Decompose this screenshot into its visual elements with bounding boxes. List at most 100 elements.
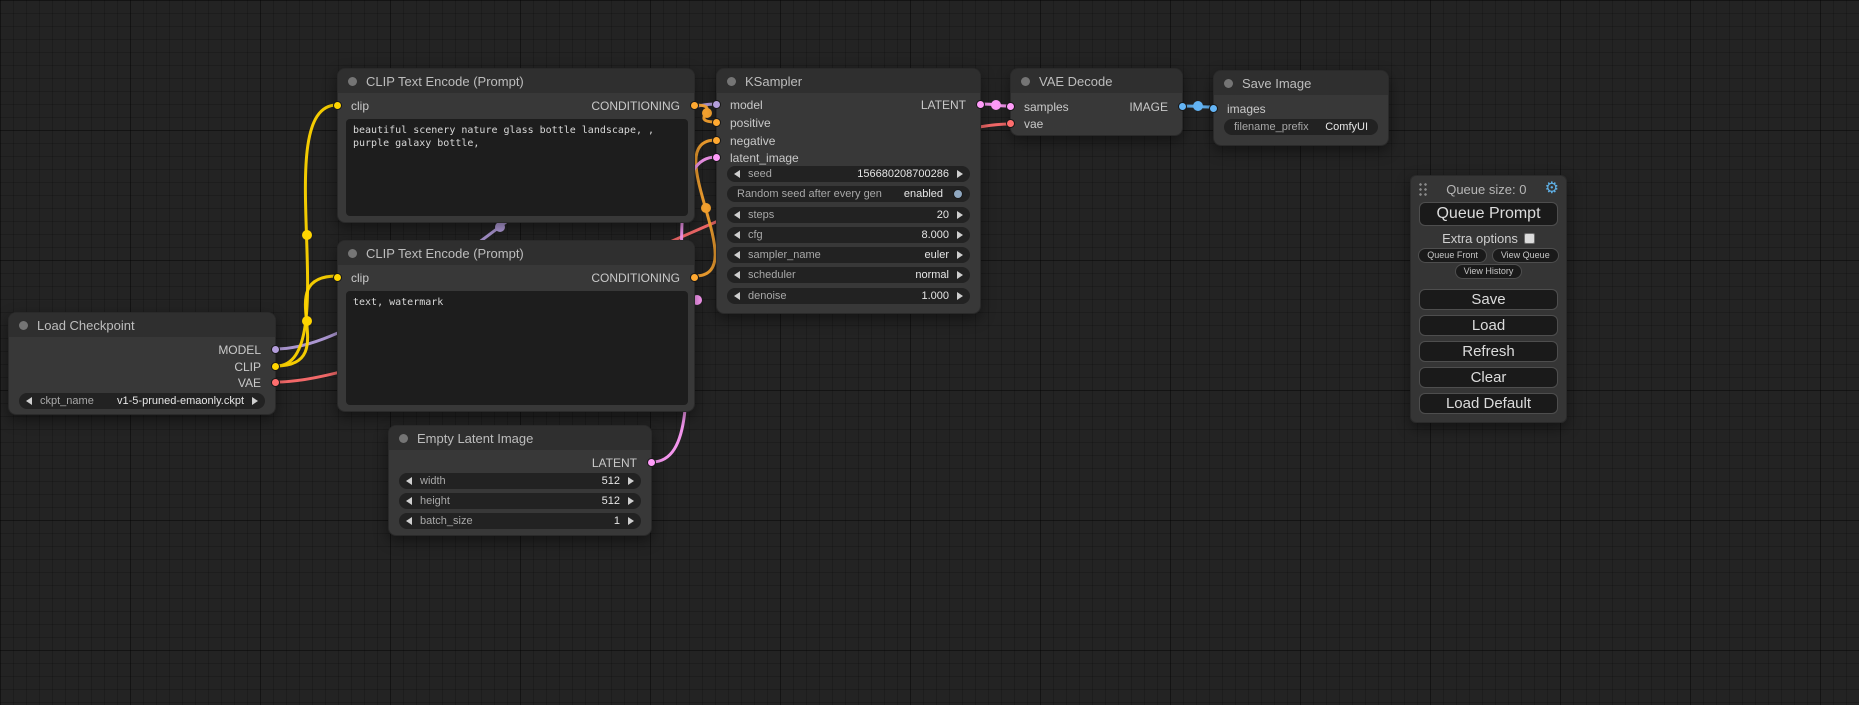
- load-button[interactable]: Load: [1419, 315, 1558, 336]
- decrement-icon[interactable]: [734, 231, 740, 239]
- output-label-image: IMAGE: [1129, 100, 1168, 114]
- drag-handle-icon[interactable]: [1418, 182, 1428, 197]
- increment-icon[interactable]: [957, 211, 963, 219]
- decrement-icon[interactable]: [406, 477, 412, 485]
- node-titlebar[interactable]: Save Image: [1214, 71, 1388, 95]
- widget-random-seed-toggle[interactable]: Random seed after every gen enabled: [727, 186, 970, 202]
- view-queue-button[interactable]: View Queue: [1492, 248, 1559, 263]
- clear-button[interactable]: Clear: [1419, 367, 1558, 388]
- node-title: VAE Decode: [1039, 74, 1112, 89]
- link-midpoint-dot: [991, 100, 1001, 110]
- widget-steps[interactable]: steps 20: [727, 207, 970, 223]
- link-midpoint-dot: [302, 316, 312, 326]
- input-pin-clip[interactable]: [333, 101, 342, 110]
- input-pin-images[interactable]: [1209, 104, 1218, 113]
- decrement-icon[interactable]: [406, 497, 412, 505]
- output-pin-latent[interactable]: [647, 458, 656, 467]
- increment-icon[interactable]: [628, 517, 634, 525]
- collapse-dot[interactable]: [727, 77, 736, 86]
- increment-icon[interactable]: [957, 251, 963, 259]
- collapse-dot[interactable]: [348, 77, 357, 86]
- node-title: Save Image: [1242, 76, 1311, 91]
- node-titlebar[interactable]: KSampler: [717, 69, 980, 93]
- settings-gear-icon[interactable]: ⚙: [1545, 181, 1559, 197]
- widget-sampler-name[interactable]: sampler_name euler: [727, 247, 970, 263]
- refresh-button[interactable]: Refresh: [1419, 341, 1558, 362]
- input-pin-latent-image[interactable]: [712, 153, 721, 162]
- input-pin-vae[interactable]: [1006, 119, 1015, 128]
- increment-icon[interactable]: [252, 397, 258, 405]
- decrement-icon[interactable]: [734, 292, 740, 300]
- widget-ckpt-name[interactable]: ckpt_name v1-5-pruned-emaonly.ckpt: [19, 393, 265, 409]
- queue-buttons-row: Queue Front View Queue: [1411, 248, 1566, 263]
- collapse-dot[interactable]: [399, 434, 408, 443]
- widget-filename-prefix[interactable]: filename_prefix ComfyUI: [1224, 119, 1378, 135]
- widget-value: 20: [937, 209, 949, 221]
- widget-cfg[interactable]: cfg 8.000: [727, 227, 970, 243]
- input-pin-negative[interactable]: [712, 136, 721, 145]
- widget-name: batch_size: [420, 515, 473, 527]
- decrement-icon[interactable]: [734, 251, 740, 259]
- widget-name: sampler_name: [748, 249, 821, 261]
- collapse-dot[interactable]: [1224, 79, 1233, 88]
- output-pin-conditioning[interactable]: [690, 273, 699, 282]
- increment-icon[interactable]: [957, 170, 963, 178]
- node-title: CLIP Text Encode (Prompt): [366, 246, 524, 261]
- input-pin-samples[interactable]: [1006, 102, 1015, 111]
- widget-denoise[interactable]: denoise 1.000: [727, 288, 970, 304]
- output-pin-clip[interactable]: [271, 362, 280, 371]
- collapse-dot[interactable]: [1021, 77, 1030, 86]
- input-pin-clip[interactable]: [333, 273, 342, 282]
- decrement-icon[interactable]: [26, 397, 32, 405]
- node-titlebar[interactable]: Load Checkpoint: [9, 313, 275, 337]
- collapse-dot[interactable]: [19, 321, 28, 330]
- collapse-dot[interactable]: [348, 249, 357, 258]
- output-pin-latent[interactable]: [976, 100, 985, 109]
- queue-size-label: Queue size: 0: [1428, 182, 1545, 197]
- decrement-icon[interactable]: [734, 170, 740, 178]
- output-pin-conditioning[interactable]: [690, 101, 699, 110]
- widget-batch-size[interactable]: batch_size 1: [399, 513, 641, 529]
- decrement-icon[interactable]: [406, 517, 412, 525]
- increment-icon[interactable]: [628, 477, 634, 485]
- widget-name: cfg: [748, 229, 763, 241]
- widget-value: v1-5-pruned-emaonly.ckpt: [117, 395, 244, 407]
- output-pin-vae[interactable]: [271, 378, 280, 387]
- decrement-icon[interactable]: [734, 211, 740, 219]
- load-default-button[interactable]: Load Default: [1419, 393, 1558, 414]
- link-midpoint-dot: [702, 108, 712, 118]
- input-label-negative: negative: [730, 134, 775, 148]
- widget-seed[interactable]: seed 156680208700286: [727, 166, 970, 182]
- widget-height[interactable]: height 512: [399, 493, 641, 509]
- node-clip-text-encode-negative: CLIP Text Encode (Prompt) clip CONDITION…: [337, 240, 695, 412]
- widget-width[interactable]: width 512: [399, 473, 641, 489]
- prompt-textarea[interactable]: text, watermark: [346, 291, 688, 405]
- input-pin-model[interactable]: [712, 100, 721, 109]
- increment-icon[interactable]: [957, 231, 963, 239]
- output-pin-model[interactable]: [271, 345, 280, 354]
- save-button[interactable]: Save: [1419, 289, 1558, 310]
- prompt-textarea[interactable]: beautiful scenery nature glass bottle la…: [346, 119, 688, 216]
- input-pin-positive[interactable]: [712, 118, 721, 127]
- toggle-on-icon[interactable]: [953, 189, 963, 199]
- node-titlebar[interactable]: CLIP Text Encode (Prompt): [338, 69, 694, 93]
- widget-scheduler[interactable]: scheduler normal: [727, 267, 970, 283]
- input-label-model: model: [730, 98, 763, 112]
- output-pin-image[interactable]: [1178, 102, 1187, 111]
- increment-icon[interactable]: [628, 497, 634, 505]
- increment-icon[interactable]: [957, 292, 963, 300]
- node-titlebar[interactable]: CLIP Text Encode (Prompt): [338, 241, 694, 265]
- decrement-icon[interactable]: [734, 271, 740, 279]
- link-midpoint-dot: [701, 203, 711, 213]
- node-title: KSampler: [745, 74, 802, 89]
- node-titlebar[interactable]: VAE Decode: [1011, 69, 1182, 93]
- node-titlebar[interactable]: Empty Latent Image: [389, 426, 651, 450]
- view-history-button[interactable]: View History: [1455, 264, 1523, 279]
- extra-options-checkbox[interactable]: [1524, 233, 1535, 244]
- queue-front-button[interactable]: Queue Front: [1418, 248, 1487, 263]
- increment-icon[interactable]: [957, 271, 963, 279]
- graph-canvas[interactable]: Load Checkpoint MODEL CLIP VAE ckpt_name…: [0, 0, 1859, 705]
- queue-prompt-button[interactable]: Queue Prompt: [1419, 202, 1558, 226]
- link-midpoint-dot: [495, 222, 505, 232]
- output-label-model: MODEL: [218, 343, 261, 357]
